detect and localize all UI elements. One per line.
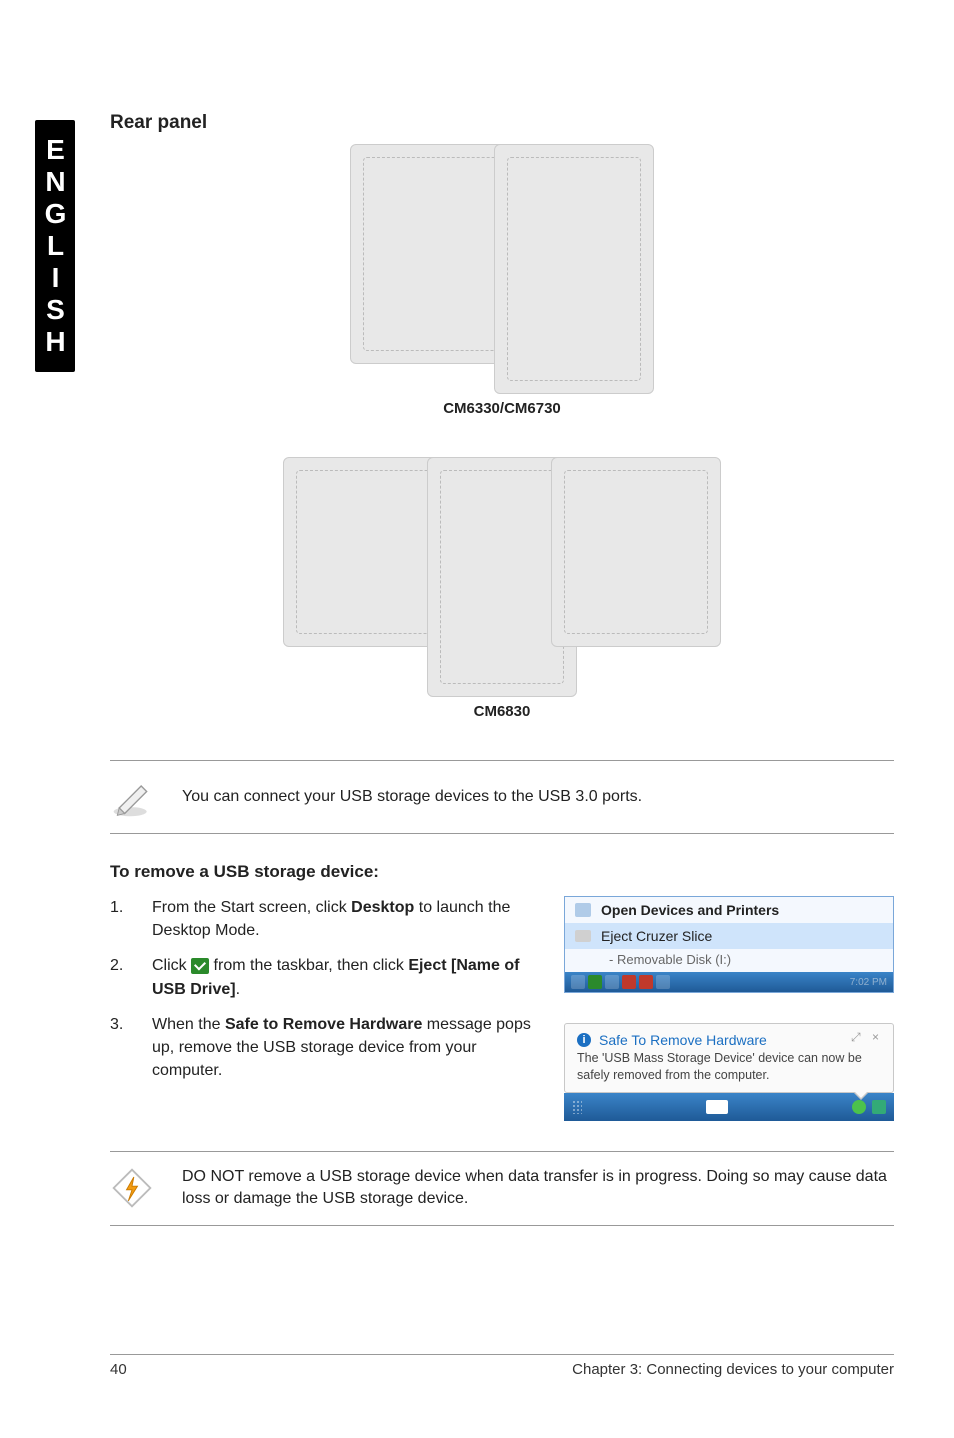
tray-icon (639, 975, 653, 989)
menu-item-label: Eject Cruzer Slice (601, 928, 712, 944)
warning-text: DO NOT remove a USB storage device when … (182, 1166, 894, 1211)
step-number: 3. (110, 1013, 128, 1083)
warning-block: DO NOT remove a USB storage device when … (110, 1151, 894, 1226)
tray-icon (571, 975, 585, 989)
tray-keyboard-icon (706, 1100, 728, 1114)
step-text: from the taskbar, then click (209, 957, 408, 974)
rear-panel-image-group-2: USB3.0 ports CM6830 (110, 457, 894, 720)
rear-panel-image-group-1: CM6330/CM6730 (110, 144, 894, 417)
info-icon: i (577, 1033, 591, 1047)
caption-cm6830: CM6830 (283, 703, 722, 720)
tray-icon (656, 975, 670, 989)
tray-icon (622, 975, 636, 989)
step-bold: Safe to Remove Hardware (225, 1016, 422, 1033)
tray-icon (852, 1100, 866, 1114)
menu-item-prefix: - (609, 952, 617, 967)
steps-list: 1. From the Start screen, click Desktop … (110, 896, 544, 1121)
step-number: 1. (110, 896, 128, 942)
product-image (494, 144, 654, 394)
step-item: 3. When the Safe to Remove Hardware mess… (110, 1013, 544, 1083)
menu-item-label: Open Devices and Printers (601, 902, 779, 918)
step-bold: Desktop (351, 899, 414, 916)
tray-icon (605, 975, 619, 989)
section-heading-rear-panel: Rear panel (110, 112, 894, 134)
page-number: 40 (110, 1361, 127, 1378)
safely-remove-tray-icon (191, 958, 209, 974)
menu-subitem-removable-disk[interactable]: - Removable Disk (I:) (565, 949, 893, 972)
product-image (551, 457, 721, 647)
eject-menu-popup: Open Devices and Printers Eject Cruzer S… (564, 896, 894, 993)
lightning-warning-icon (110, 1166, 154, 1210)
menu-item-label: Removable Disk (I:) (617, 952, 731, 967)
devices-printers-icon (575, 903, 591, 917)
taskbar-grip (572, 1100, 582, 1114)
step-item: 2. Click from the taskbar, then click Ej… (110, 954, 544, 1000)
caption-cm6330-cm6730: CM6330/CM6730 (350, 400, 654, 417)
step-item: 1. From the Start screen, click Desktop … (110, 896, 544, 942)
remove-usb-heading: To remove a USB storage device: (110, 862, 894, 882)
step-text: When the (152, 1016, 225, 1033)
tray-icon (588, 975, 602, 989)
tray-icon (872, 1100, 886, 1114)
note-block: You can connect your USB storage devices… (110, 760, 894, 834)
menu-item-open-devices[interactable]: Open Devices and Printers (565, 897, 893, 923)
pencil-icon (110, 775, 154, 819)
step-number: 2. (110, 954, 128, 1000)
taskbar (564, 1093, 894, 1121)
safe-to-remove-balloon: ⤢ × i Safe To Remove Hardware The 'USB M… (564, 1023, 894, 1093)
balloon-title: Safe To Remove Hardware (599, 1032, 767, 1048)
step-text: From the Start screen, click (152, 899, 351, 916)
balloon-body: The 'USB Mass Storage Device' device can… (577, 1050, 881, 1084)
menu-item-eject-drive[interactable]: Eject Cruzer Slice (565, 923, 893, 949)
step-text: . (236, 981, 240, 998)
note-text: You can connect your USB storage devices… (182, 786, 894, 808)
chapter-title: Chapter 3: Connecting devices to your co… (572, 1361, 894, 1378)
drive-icon (575, 930, 591, 942)
step-text: Click (152, 957, 191, 974)
balloon-tail (853, 1092, 869, 1100)
taskbar-strip: 7:02 PM (565, 972, 893, 992)
language-tab: ENGLISH (35, 120, 75, 372)
taskbar-clock: 7:02 PM (850, 977, 887, 988)
page-footer: 40 Chapter 3: Connecting devices to your… (110, 1354, 894, 1378)
balloon-controls[interactable]: ⤢ × (851, 1030, 883, 1045)
